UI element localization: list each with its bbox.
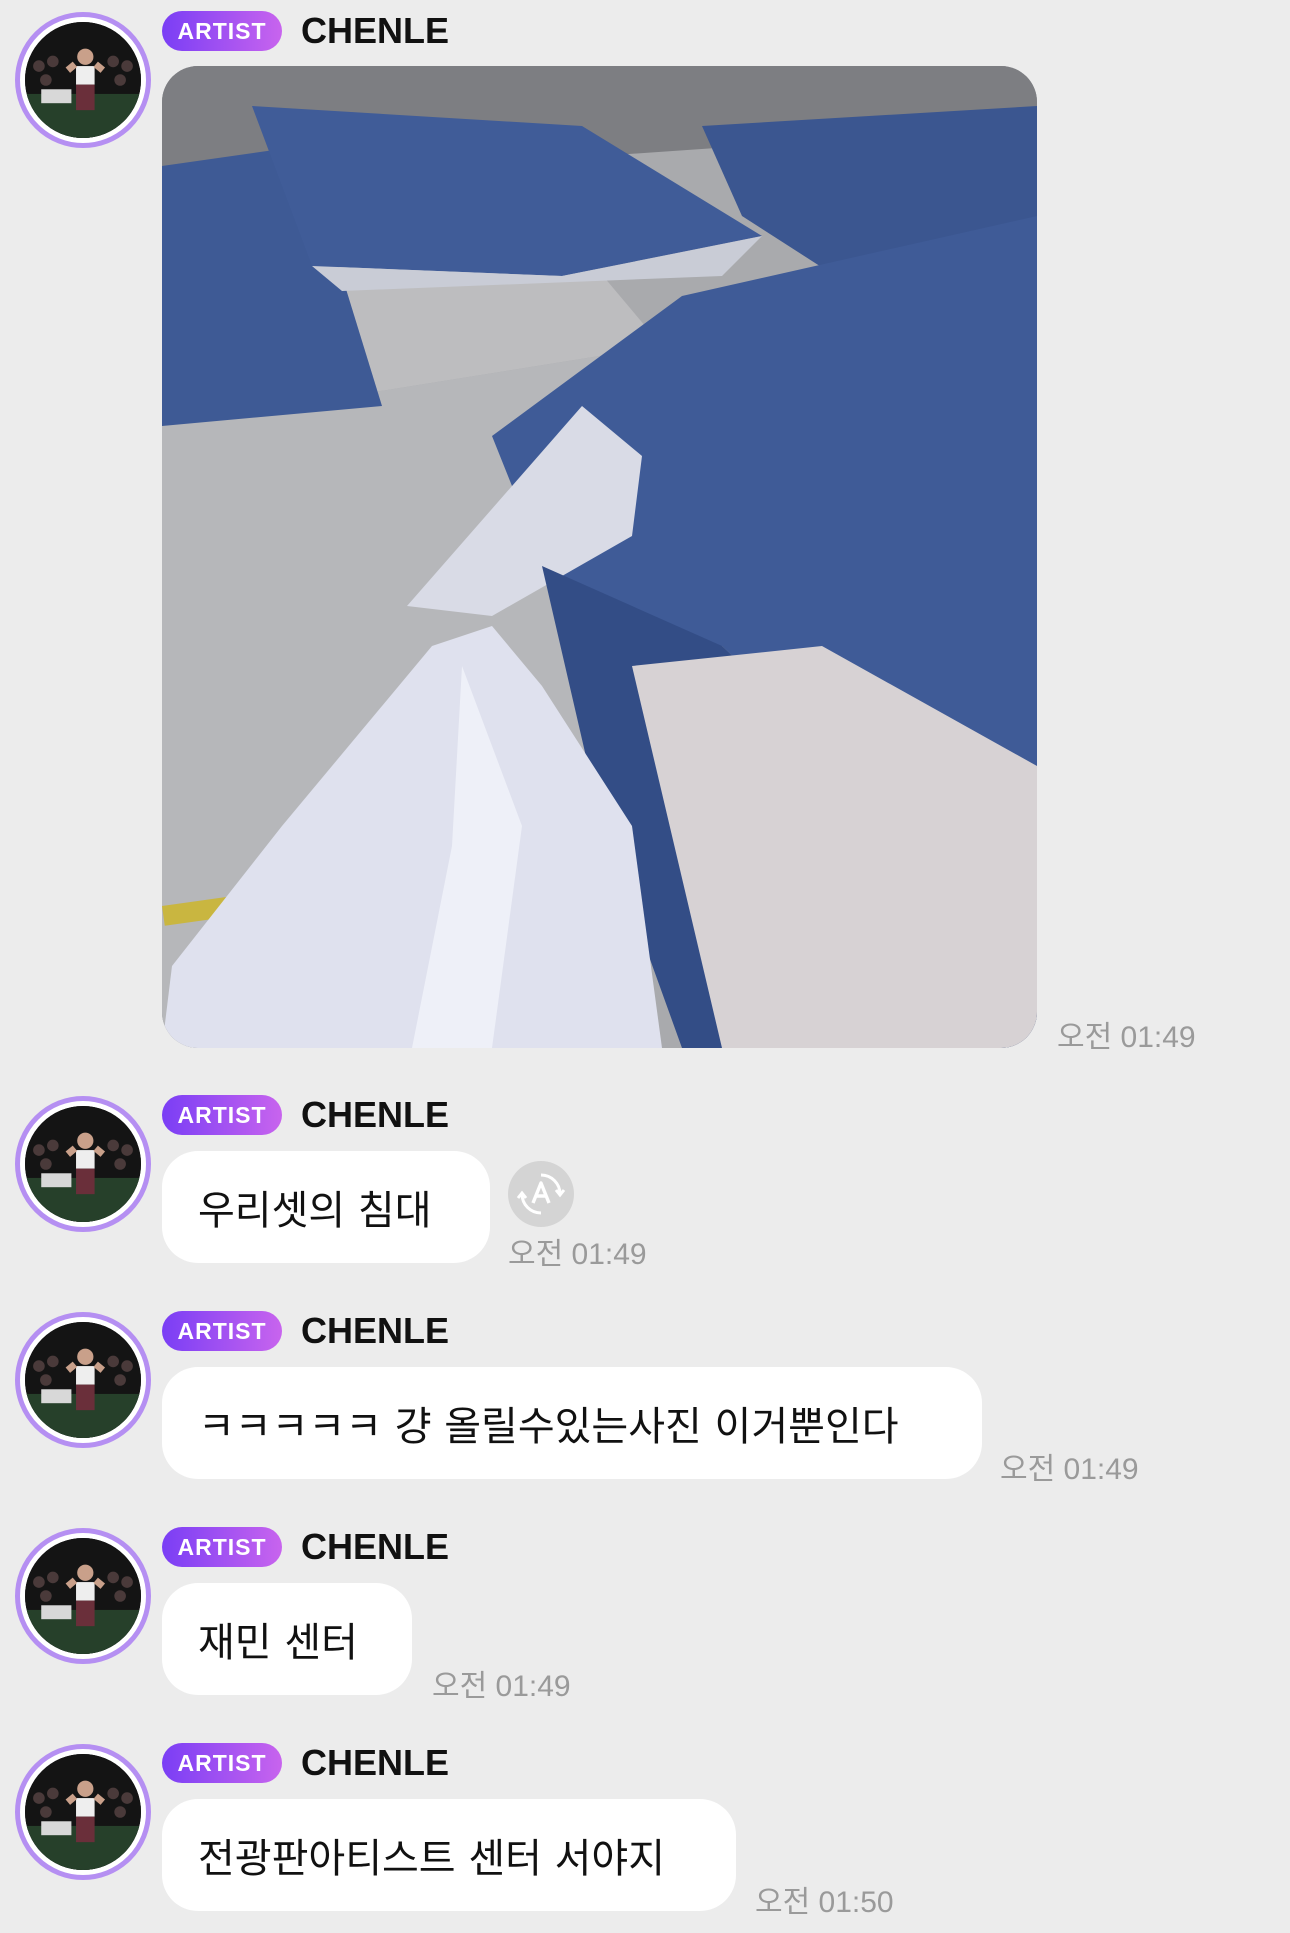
artist-badge: ARTIST — [162, 11, 282, 51]
avatar-image — [25, 1538, 141, 1654]
sender-name[interactable]: CHENLE — [301, 1311, 449, 1351]
artist-badge: ARTIST — [162, 1743, 282, 1783]
artist-badge: ARTIST — [162, 1095, 282, 1135]
message-bubble[interactable]: ㅋㅋㅋㅋㅋ 걍 올릴수있는사진 이거뿐인다 — [162, 1367, 982, 1479]
avatar[interactable] — [15, 1528, 151, 1664]
sender-name[interactable]: CHENLE — [301, 1095, 449, 1135]
sender-name[interactable]: CHENLE — [301, 1527, 449, 1567]
message-bubble[interactable]: 전광판아티스트 센터 서야지 — [162, 1799, 736, 1911]
avatar[interactable] — [15, 1096, 151, 1232]
artist-badge: ARTIST — [162, 1311, 282, 1351]
artist-badge: ARTIST — [162, 1527, 282, 1567]
bed-photo — [162, 66, 1037, 1048]
avatar-image — [25, 1322, 141, 1438]
message-time: 오전 01:49 — [1057, 1021, 1196, 1054]
message-bubble[interactable]: 우리셋의 침대 — [162, 1151, 490, 1263]
avatar[interactable] — [15, 1744, 151, 1880]
translate-icon[interactable] — [508, 1161, 574, 1227]
message-photo[interactable] — [162, 66, 1037, 1048]
avatar-image — [25, 1754, 141, 1870]
sender-name[interactable]: CHENLE — [301, 1743, 449, 1783]
message-time: 오전 01:49 — [1000, 1453, 1139, 1486]
message-time: 오전 01:49 — [432, 1670, 571, 1703]
avatar-image — [25, 1106, 141, 1222]
message-time: 오전 01:50 — [755, 1886, 894, 1919]
message-bubble[interactable]: 재민 센터 — [162, 1583, 412, 1695]
avatar-image — [25, 22, 141, 138]
avatar[interactable] — [15, 1312, 151, 1448]
avatar[interactable] — [15, 12, 151, 148]
sender-name[interactable]: CHENLE — [301, 11, 449, 51]
message-time: 오전 01:49 — [508, 1238, 647, 1271]
chat-thread: ARTIST CHENLE 오전 01:49 ARTIST CHENLE 우리셋… — [0, 0, 1290, 1933]
